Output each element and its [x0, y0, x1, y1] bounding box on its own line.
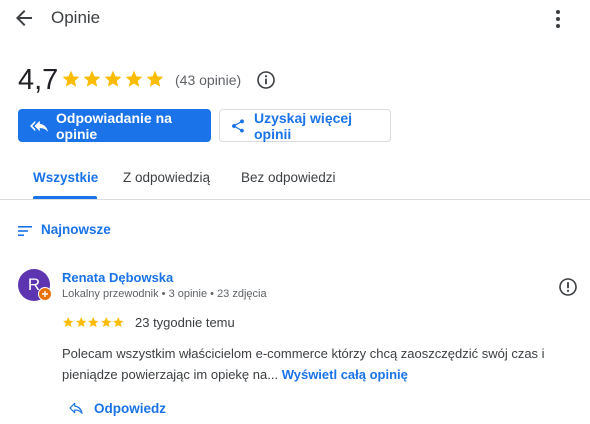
review-stars	[62, 316, 125, 329]
author-meta: Lokalny przewodnik • 3 opinie • 23 zdjęc…	[62, 288, 267, 300]
local-guide-badge-icon	[38, 287, 52, 301]
star-icon	[125, 70, 143, 87]
report-icon[interactable]	[558, 277, 578, 297]
tab-all[interactable]: Wszystkie	[33, 170, 98, 185]
review-count: (43 opinie)	[175, 72, 242, 88]
rating-stars	[61, 69, 165, 89]
star-icon	[63, 317, 74, 328]
show-full-review-link[interactable]: Wyświetl całą opinię	[282, 367, 408, 382]
review-author[interactable]: Renata Dębowska	[62, 270, 173, 285]
review-date: 23 tygodnie temu	[135, 315, 235, 330]
sort-icon[interactable]	[18, 224, 34, 238]
reply-all-icon	[30, 120, 48, 132]
star-icon	[113, 317, 124, 328]
review-text: Polecam wszystkim właścicielom e-commerc…	[62, 343, 552, 385]
sort-button[interactable]: Najnowsze	[41, 222, 111, 237]
page-title: Opinie	[51, 8, 101, 27]
info-icon[interactable]	[256, 70, 276, 90]
tab-with-reply[interactable]: Z odpowiedzią	[123, 170, 210, 185]
get-more-reviews-label: Uzyskaj więcej opinii	[254, 109, 353, 142]
reply-icon	[69, 402, 83, 414]
reply-to-reviews-label: Odpowiadanie na opinie	[56, 109, 172, 142]
star-icon	[75, 317, 86, 328]
tabs-divider	[0, 199, 590, 200]
star-icon	[88, 317, 99, 328]
star-icon	[62, 70, 80, 87]
arrow-back-icon[interactable]	[12, 6, 36, 30]
share-icon	[232, 118, 244, 133]
get-more-reviews-button[interactable]: Uzyskaj więcej opinii	[219, 109, 391, 142]
average-rating: 4,7	[18, 64, 59, 96]
reply-label: Odpowiedz	[94, 400, 166, 416]
star-icon	[146, 70, 164, 87]
star-icon	[104, 70, 122, 87]
star-icon	[83, 70, 101, 87]
star-icon	[100, 317, 111, 328]
more-vert-icon[interactable]	[548, 7, 568, 31]
reply-button[interactable]: Odpowiedz	[68, 400, 166, 416]
reply-to-reviews-button[interactable]: Odpowiadanie na opinie	[18, 109, 211, 142]
tab-without-reply[interactable]: Bez odpowiedzi	[241, 170, 336, 185]
